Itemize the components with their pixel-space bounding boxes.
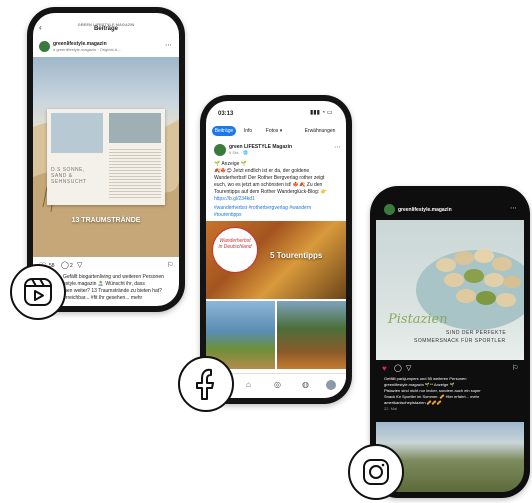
phone3-post-image: Pistazien SIND DER PERFEKTE SOMMERSNACK … [376,220,524,360]
comments-count: 2 [70,263,73,269]
more-dots-icon[interactable]: ⋯ [510,204,517,212]
status-icons: ▮▮▮ ◔ ▭ [310,110,333,116]
spread-photo-right [109,113,161,143]
phone2-post-line4: euch, wo es jetzt am schönsten ist! 🍁🍂 Z… [214,182,323,188]
phone2-main-image: Wanderherbst in Deutschland 5 Tourentipp… [206,221,346,299]
more-dots-icon[interactable]: ⋯ [334,143,341,151]
phone2-hashtags1[interactable]: #wanderherbst #rotherbergverlag #wandern [214,205,311,211]
status-time: 03:13 [218,111,234,117]
post-banner: 13 TRAUMSTRÄNDE [71,217,141,224]
nav-home-icon[interactable]: ⌂ [246,380,251,389]
facebook-icon [178,356,234,412]
phone1-caption-line2: inen weiter? 13 Traumstrände zu bieten h… [63,288,162,294]
phone3-headline: Pistazien [388,312,448,327]
share-icon[interactable]: ▽ [406,364,411,372]
facebook-tabs: Beiträge Info Fotos ▾ Erwähnungen [212,126,346,136]
more-dots-icon[interactable]: ⋯ [165,41,172,49]
phone2-post-meta: 9 Std. · 🌐 [229,150,248,155]
phone3-date: 22. Mai [384,406,398,411]
nav-profile-avatar[interactable] [326,380,336,390]
phone2-post-line3: Wanderherbst! Der Rother Bergverlag roth… [214,175,325,181]
tab-erwaehnungen[interactable]: Erwähnungen [294,126,346,136]
wanderherbst-badge: Wanderherbst in Deutschland [212,227,258,273]
phone2-hashtags2[interactable]: #tourentipps [214,212,242,218]
phone1-post-image: D.S SONNE, SAND & SEHNSUCHT 13 TRAUMSTRÄ… [33,57,179,257]
phone2-screen: 03:13 ▮▮▮ ◔ ▭ Beiträge Info Fotos ▾ Erwä… [206,101,346,398]
phone1-header-subtitle: Beiträge [93,26,118,32]
bookmark-icon[interactable]: ⚐ [167,261,173,269]
phone1-caption-line1: estyle.magazin 🏝️ Wünscht ihr, dass [63,281,145,287]
phone3-avatar[interactable] [384,204,395,215]
nav-notifications-icon[interactable]: ◍ [302,380,309,389]
nav-groups-icon[interactable]: ◎ [274,380,281,389]
phone2-page-avatar[interactable] [214,144,226,156]
phone2-post-line5: Tourentipps auf dem Rother Wanderglück-B… [214,189,327,195]
phone3-sub2: SOMMERSNACK FÜR SPORTLER [414,338,506,344]
phone2-post-link[interactable]: https://b.gl/234kd1 [214,196,255,202]
phone1-screen: GREEN LIFESTYLE MAGAZIN Beiträge ‹ green… [33,13,179,306]
comment-icon[interactable]: ◯ [394,364,402,372]
spread-text-block [109,149,161,199]
phone1-account-sub: # greenlifestyle.magazin · Original-A... [53,47,121,52]
bookmark-icon[interactable]: ⚐ [512,364,518,372]
phone1-caption-line3: erreichbar... #fit Ihr gesehen... mehr [63,295,143,301]
share-icon[interactable]: ▽ [77,261,82,269]
post-headline: D.S SONNE, SAND & SEHNSUCHT [51,167,87,185]
tour-label: 5 Tourentipps [270,251,323,260]
back-arrow-icon[interactable]: ‹ [39,23,42,32]
phone2-post-line2: 🍂🍁😊 Jetzt endlich ist er da, der goldene [214,168,310,174]
phone1-avatar[interactable] [39,41,50,52]
instagram-icon [348,444,404,500]
tab-fotos[interactable]: Fotos ▾ [260,126,288,136]
tab-info[interactable]: Info [240,126,256,136]
phone2-thumb-right[interactable] [277,301,346,369]
phone3-sub1: SIND DER PERFEKTE [446,330,507,336]
instagram-reels-icon [10,264,66,320]
phone3-account[interactable]: greenlifestyle.magazin [398,207,452,213]
badge-text: Wanderherbst in Deutschland [218,238,252,250]
phone2-post-line1: 🌱 Anzeige 🌱 [214,161,248,167]
magazine-spread: D.S SONNE, SAND & SEHNSUCHT [47,109,165,205]
tab-beitraege[interactable]: Beiträge [212,126,236,136]
heart-filled-icon[interactable]: ♥ [382,364,387,373]
phone1-liked-by: Gefällt biogartenliving und weiteren Per… [63,274,164,280]
spread-photo-left [51,113,103,153]
